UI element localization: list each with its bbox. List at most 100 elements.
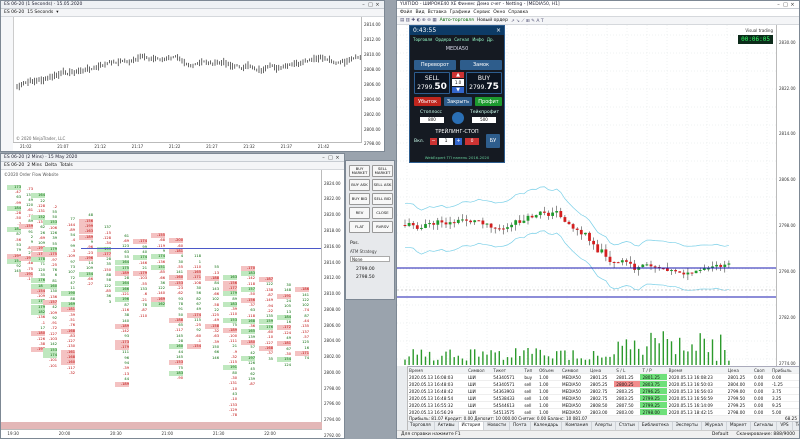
lock-center-icon[interactable] <box>452 112 464 124</box>
chevron-down-icon[interactable]: ▾ <box>56 10 58 15</box>
interval-selector[interactable]: 15 Seconds <box>27 10 53 15</box>
footprint-cell: 196 <box>115 297 129 303</box>
terminal-tab[interactable]: Почта <box>510 422 531 430</box>
close-icon[interactable]: × <box>374 2 381 8</box>
window-titlebar[interactable]: ES 06-20 (2 Mins) · 15 May 2020 – □ × <box>1 154 344 162</box>
sell-button[interactable]: SELL 2799.50 <box>414 72 450 94</box>
lot-up-icon[interactable]: ▲ <box>452 72 464 78</box>
autotrading-button[interactable]: Авто-торговля <box>440 18 474 23</box>
cell-vol: 1.00 <box>537 401 560 409</box>
window-titlebar[interactable]: ES 06-20 (1 Seconds) · 15.05.2020 – □ × <box>1 1 384 9</box>
table-row[interactable]: 2020.05.13 16:08:03 ШИ 54340571 buy 1.00 MEDI… <box>407 373 799 381</box>
maximize-icon[interactable]: □ <box>327 155 334 161</box>
maximize-icon[interactable]: □ <box>367 2 374 8</box>
table-row[interactable]: 2020.05.13 16:48:03 ШИ 54340571 sell 1.00 MED… <box>407 380 799 388</box>
terminal-tab[interactable]: Сигналы <box>751 422 778 430</box>
trader-button[interactable]: CLOSE <box>372 207 393 219</box>
lot-input[interactable]: 1.0 <box>452 79 464 86</box>
footprint-cell: 11 <box>70 286 75 291</box>
terminal-tab[interactable]: Активы <box>435 422 459 430</box>
footprint-cell: 133 <box>140 287 147 292</box>
trail-input[interactable]: 1 <box>439 138 453 145</box>
terminal-tab[interactable]: Алерты <box>592 422 616 430</box>
mt-titlebar[interactable]: YUITIDO - ШИРОКЕ40 ХЕ Финем: Демо счет -… <box>397 1 799 9</box>
trader-button[interactable]: BUY ASK <box>349 179 370 191</box>
menu-item[interactable]: Справка <box>508 10 528 15</box>
terminal-tab[interactable]: Компания <box>562 422 592 430</box>
buy-button[interactable]: BUY 2799.75 <box>466 72 502 94</box>
lot-down-icon[interactable]: ▼ <box>452 87 464 93</box>
cell-vol: 1.00 <box>537 373 560 381</box>
close-loss-button[interactable]: Убыток <box>414 97 441 106</box>
atm-strategy-select[interactable]: None <box>350 256 390 262</box>
footprint-cell: -117 <box>174 328 183 333</box>
terminal-tab[interactable]: Статьи <box>616 422 639 430</box>
terminal-tab[interactable]: Торговля <box>407 422 435 430</box>
terminal-tab[interactable]: Календарь <box>531 422 563 430</box>
footprint-cell: -76 <box>69 323 75 328</box>
maximize-icon[interactable]: □ <box>782 2 789 8</box>
menu-totals[interactable]: Totals <box>60 163 73 168</box>
terminal-tab[interactable]: Маркет <box>727 422 751 430</box>
footprint-chart-area[interactable]: ©2020 Order Flow Website 173 -47 63 -99 184-… <box>1 170 344 438</box>
cell-p2: 2799.50 <box>725 394 752 402</box>
footprint-cell: -130 <box>66 344 75 349</box>
trader-button[interactable]: REV <box>349 207 370 219</box>
terminal-tab[interactable]: Журнал <box>702 422 727 430</box>
minimize-icon[interactable]: – <box>360 2 367 8</box>
close-all-button[interactable]: Закрыть <box>444 97 472 106</box>
terminal-tab[interactable]: VPS <box>777 422 793 430</box>
menu-item[interactable]: Файл <box>400 10 412 15</box>
close-icon[interactable]: × <box>496 27 501 34</box>
menu-item[interactable]: Вставка <box>428 10 447 15</box>
trader-button[interactable]: SELL ASK <box>372 179 393 191</box>
menu-item[interactable]: Вид <box>415 10 424 15</box>
stoploss-input[interactable]: 800 <box>420 117 444 123</box>
lock-button[interactable]: Замок <box>460 60 502 70</box>
panel-tab[interactable]: Сигнал <box>454 37 469 42</box>
footprint-cell: 140 <box>122 318 129 323</box>
price-chart-area[interactable]: 2814.00 2812.00 2810.00 2808.00 2806.00 2804.… <box>13 17 384 151</box>
panel-tab[interactable]: Др. <box>487 37 494 42</box>
trader-button[interactable]: FLAT <box>349 221 370 233</box>
reverse-button[interactable]: Переворот <box>414 60 456 70</box>
terminal-tab[interactable]: Библиотека <box>639 422 673 430</box>
menu-item[interactable]: Окно <box>493 10 505 15</box>
instrument-selector[interactable]: ES 06-20 <box>4 163 24 168</box>
table-row[interactable]: 2020.05.13 16:56:29 ШИ 54513575 sell 1.00 MED… <box>407 408 799 416</box>
table-row[interactable]: 2020.05.13 16:48:42 ШИ 54363903 sell 1.00 MED… <box>407 387 799 395</box>
minimize-icon[interactable]: – <box>320 155 327 161</box>
table-row[interactable]: 2020.05.13 16:48:54 ШИ 54538433 sell 1.00 MED… <box>407 394 799 402</box>
terminal-tab[interactable]: История <box>458 422 485 430</box>
interval-selector[interactable]: 2 Mins <box>27 163 42 168</box>
table-row[interactable]: 2020.05.13 16:55:32 ШИ 54544613 sell 1.00 MED… <box>407 401 799 409</box>
instrument-selector[interactable]: ES 06-20 <box>4 10 24 15</box>
terminal-tab[interactable]: Новости <box>484 422 511 430</box>
terminal-tab[interactable]: Эксперты <box>673 422 702 430</box>
trail-minus-icon[interactable]: − <box>430 138 437 145</box>
candle-body <box>526 215 530 221</box>
panel-header[interactable]: 0:43:55 × <box>410 26 504 35</box>
trader-button[interactable]: SELL MARKET <box>372 165 393 177</box>
takeprofit-input[interactable]: 500 <box>472 117 496 123</box>
trail-plus-icon[interactable]: + <box>455 138 462 145</box>
trader-button[interactable]: BUY MARKET <box>349 165 370 177</box>
panel-tab[interactable]: Торговля <box>413 37 432 42</box>
trader-button[interactable]: RVRSV <box>372 221 393 233</box>
menu-item[interactable]: Сервис <box>473 10 490 15</box>
trail-min-input[interactable]: 0 <box>465 138 479 145</box>
breakeven-button[interactable]: БУ <box>486 134 500 148</box>
panel-tab[interactable]: Инфо <box>472 37 483 42</box>
panel-tab[interactable]: Ордера <box>435 37 451 42</box>
trader-button[interactable]: BUY BID <box>349 193 370 205</box>
trader-button[interactable]: SELL BID <box>372 193 393 205</box>
close-icon[interactable]: × <box>334 155 341 161</box>
menu-item[interactable]: Графики <box>450 10 471 15</box>
menu-delta[interactable]: Delta <box>45 163 57 168</box>
new-order-button[interactable]: Новый ордер <box>477 18 508 23</box>
close-icon[interactable]: × <box>789 2 796 8</box>
terminal-tab[interactable]: Тестер <box>793 422 799 430</box>
close-profit-button[interactable]: Профит <box>475 97 502 106</box>
minimize-icon[interactable]: – <box>775 2 782 8</box>
footprint-cell: 175 <box>115 265 129 271</box>
